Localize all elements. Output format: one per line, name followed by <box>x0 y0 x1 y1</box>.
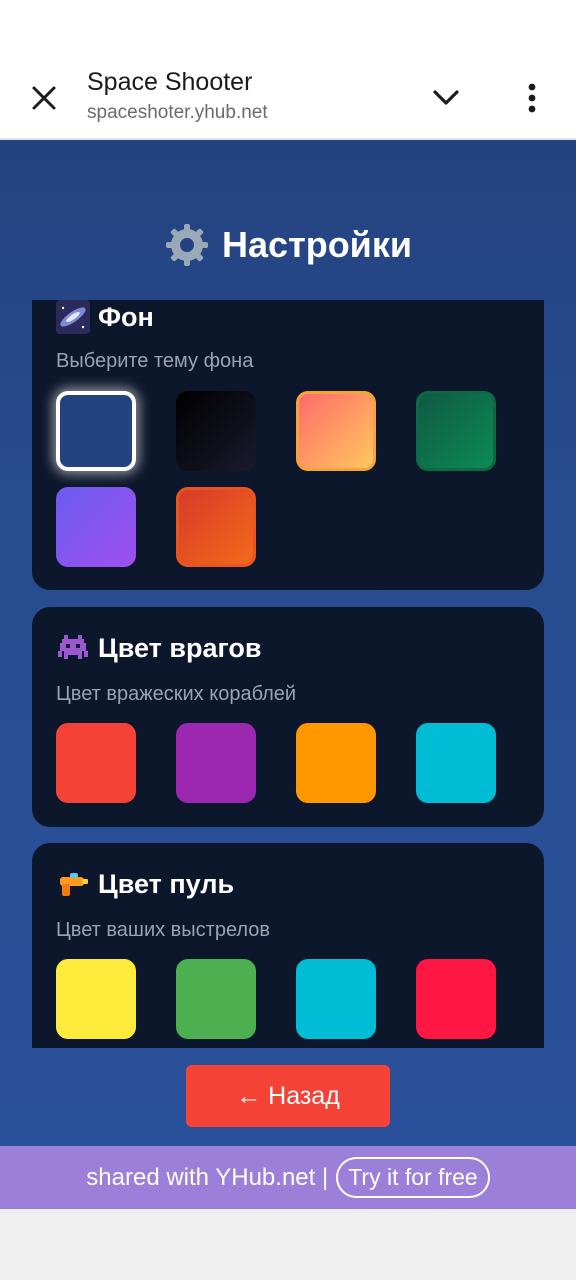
app-url: spaceshoter.yhub.net <box>87 102 268 123</box>
bg-swatch-green[interactable] <box>416 391 496 471</box>
settings-scroll-area[interactable]: Фон Выберите тему фона Цвет врагов Цвет … <box>32 300 544 1048</box>
yhub-share-text: shared with YHub.net | <box>86 1163 329 1191</box>
app-title: Space Shooter <box>87 68 253 96</box>
enemy-section-subtitle: Цвет вражеских кораблей <box>56 683 297 705</box>
try-free-button[interactable]: Try it for free <box>336 1157 490 1198</box>
water-pistol-icon <box>60 873 88 896</box>
page-title: Настройки <box>0 222 576 268</box>
enemy-swatch-orange[interactable] <box>296 723 376 803</box>
more-options-button[interactable] <box>512 76 552 120</box>
chevron-down-icon <box>433 90 459 105</box>
bullet-section-title: Цвет пуль <box>56 867 234 901</box>
bg-swatch-black[interactable] <box>176 391 256 471</box>
bg-swatch-orange[interactable] <box>176 487 256 567</box>
bullet-swatch-yellow[interactable] <box>56 959 136 1039</box>
enemy-settings-card: Цвет врагов Цвет вражеских кораблей <box>32 607 544 827</box>
bullet-section-label: Цвет пуль <box>98 868 235 899</box>
enemy-swatch-cyan[interactable] <box>416 723 496 803</box>
bg-swatch-purple[interactable] <box>56 487 136 567</box>
enemy-section-title: Цвет врагов <box>56 631 261 665</box>
close-icon <box>32 86 56 110</box>
more-vert-icon <box>528 83 536 113</box>
enemy-section-label: Цвет врагов <box>98 632 262 663</box>
page-title-text: Настройки <box>222 224 412 265</box>
bottom-area <box>0 1209 576 1280</box>
bg-swatch-sunset[interactable] <box>296 391 376 471</box>
status-bar <box>0 0 576 56</box>
bullet-settings-card: Цвет пуль Цвет ваших выстрелов <box>32 843 544 1048</box>
bg-swatch-dark-blue[interactable] <box>56 391 136 471</box>
milky-way-icon <box>56 300 90 334</box>
bullet-swatch-cyan[interactable] <box>296 959 376 1039</box>
bullet-section-subtitle: Цвет ваших выстрелов <box>56 919 271 941</box>
background-settings-card: Фон Выберите тему фона <box>32 300 544 590</box>
browser-toolbar: Space Shooter spaceshoter.yhub.net <box>0 56 576 140</box>
alien-monster-icon <box>58 635 88 659</box>
expand-button[interactable] <box>424 76 468 120</box>
back-button[interactable]: ← Назад <box>186 1065 390 1127</box>
enemy-swatch-red[interactable] <box>56 723 136 803</box>
background-section-subtitle: Выберите тему фона <box>56 350 254 372</box>
yhub-share-bar: shared with YHub.net | Try it for free <box>0 1146 576 1209</box>
bullet-swatch-green[interactable] <box>176 959 256 1039</box>
background-section-label: Фон <box>98 301 154 332</box>
background-section-title: Фон <box>56 300 154 334</box>
gear-icon <box>166 224 209 266</box>
enemy-swatch-purple[interactable] <box>176 723 256 803</box>
close-button[interactable] <box>22 76 66 120</box>
settings-screen: Настройки Фон Выберите тему фона Цвет вр… <box>0 140 576 1146</box>
bullet-swatch-red[interactable] <box>416 959 496 1039</box>
